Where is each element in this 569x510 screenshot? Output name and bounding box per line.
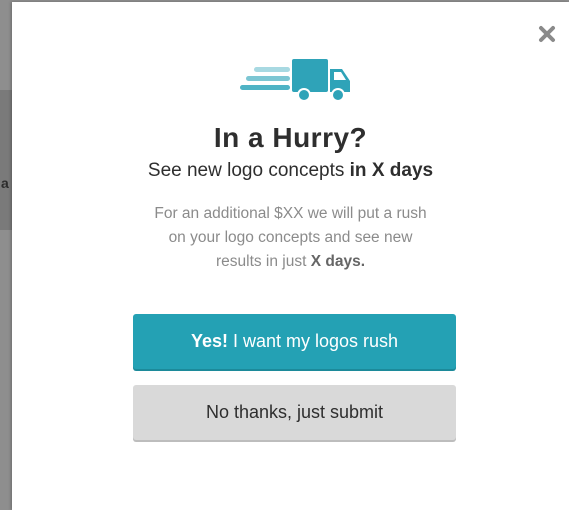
description-line: For an additional $XX we will put a rush bbox=[154, 205, 427, 222]
description-emphasis: X days. bbox=[310, 253, 366, 270]
modal-subtitle: See new logo concepts in X days bbox=[12, 160, 569, 182]
description-line: on your logo concepts and see new bbox=[168, 229, 413, 246]
backdrop-text: a bbox=[1, 175, 9, 191]
modal-title: In a Hurry? bbox=[213, 122, 368, 153]
rush-yes-emphasis: Yes! bbox=[190, 331, 228, 351]
rush-modal: In a Hurry? See new logo concepts in X d… bbox=[12, 2, 569, 510]
modal-description: For an additional $XX we will put a rush… bbox=[102, 202, 479, 274]
close-icon[interactable] bbox=[536, 23, 558, 45]
rush-yes-button[interactable]: Yes! I want my logos rush bbox=[133, 314, 456, 369]
description-text: results in just bbox=[215, 253, 311, 270]
rush-yes-label: I want my logos rush bbox=[227, 331, 399, 351]
description-line: results in just X days. bbox=[102, 250, 479, 274]
subtitle-emphasis: in X days bbox=[349, 160, 434, 181]
no-thanks-submit-button[interactable]: No thanks, just submit bbox=[133, 385, 456, 440]
backdrop-band bbox=[0, 90, 12, 230]
subtitle-text: See new logo concepts bbox=[147, 160, 350, 181]
backdrop-page bbox=[0, 0, 12, 510]
delivery-truck-icon bbox=[240, 59, 350, 102]
